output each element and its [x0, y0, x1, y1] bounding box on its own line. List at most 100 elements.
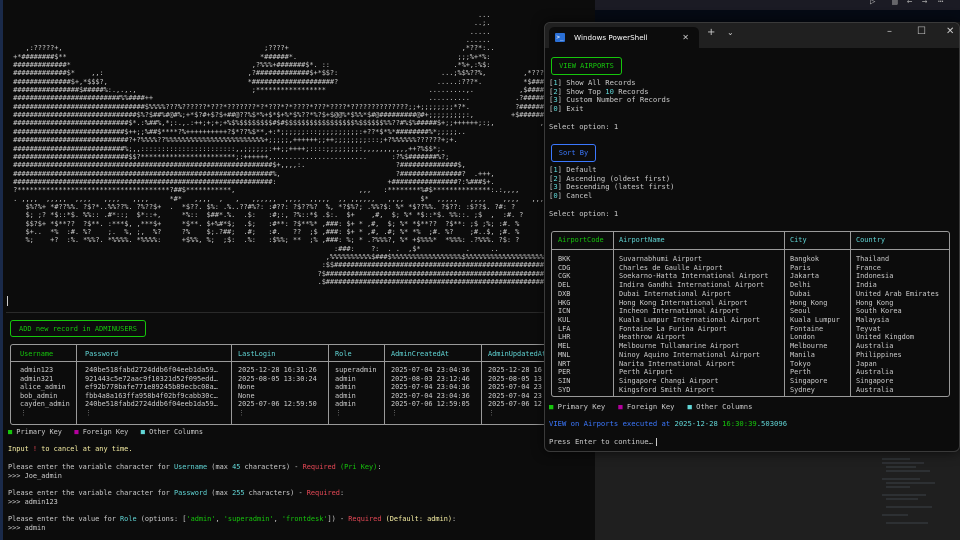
chevron-down-icon[interactable]: ⌄ — [727, 28, 734, 37]
minimize-icon[interactable]: – — [887, 26, 892, 37]
text-segment: Required — [348, 515, 382, 523]
table-cell: London — [790, 333, 815, 342]
text-line: >>> Joe_admin — [8, 472, 62, 481]
column-header[interactable]: LastLogin — [238, 350, 275, 359]
text-segment: Records — [613, 86, 649, 96]
powershell-window[interactable]: >_ Windows PowerShell ✕ + ⌄ – ☐ ✕ VIEW A… — [544, 22, 960, 452]
table-cell: 2025-07-04 23 — [488, 391, 542, 400]
column-header[interactable]: Country — [856, 236, 885, 245]
ascii-art-line: $+.. *% :#. %? ;. %, ;, %? ?% $;.?##; .#… — [9, 227, 520, 236]
back-icon[interactable]: ← — [907, 0, 912, 7]
table-cell: HKG — [558, 298, 571, 307]
table-cell: admin — [335, 400, 356, 409]
column-header[interactable]: AirportCode — [558, 236, 604, 245]
table-cell: 2025-07-04 23:04:36 — [391, 366, 470, 374]
text-segment: : — [377, 463, 382, 471]
minimap[interactable] — [880, 455, 940, 535]
maximize-icon[interactable]: ☐ — [917, 26, 926, 37]
table-cell: Narita International Airport — [619, 359, 736, 368]
table-cell: NRT — [558, 359, 571, 368]
ascii-art-line: ##############################$%?$##%#@#… — [9, 111, 544, 120]
close-window-icon[interactable]: ✕ — [946, 26, 954, 37]
table-cell: fbb4a8a163ffa958b4f02bf9cabb30c… — [85, 391, 218, 400]
text-segment: (Default: admin) — [381, 515, 453, 523]
text-segment: 'frontdesk' — [281, 515, 328, 523]
table-cell: Fontaine La Furina Airport — [619, 324, 727, 333]
column-header[interactable]: City — [790, 236, 807, 245]
continue-text: Press Enter to continue… — [549, 437, 653, 446]
column-header[interactable]: Role — [335, 350, 352, 359]
run-icon[interactable]: ▷ — [870, 0, 875, 7]
table-cell: ⋮ — [238, 409, 245, 417]
header-divider — [11, 361, 609, 362]
table-cell: United Arab Emirates — [856, 289, 939, 298]
add-record-title-box: ADD new record in ADMINUSERS — [10, 320, 146, 337]
table-cell: Singapore Changi Airport — [619, 377, 719, 386]
table-cell: admin — [335, 374, 356, 383]
table-cell: Dubai — [790, 289, 811, 298]
table-cell: Australia — [856, 368, 894, 377]
more-icon[interactable]: … — [938, 0, 943, 5]
text-segment: ] Cancel — [557, 191, 593, 201]
text-line: >>> admin — [8, 524, 45, 533]
text-line: >>> admin123 — [8, 498, 58, 507]
text-segment: to cancel at any time. — [37, 445, 133, 453]
table-cell: 2025-07-06 12:59:05 — [391, 400, 470, 409]
ascii-art-line: ... — [9, 11, 491, 19]
split-editor-icon[interactable]: ▥ — [892, 0, 897, 7]
forward-icon[interactable]: → — [922, 0, 927, 7]
ascii-art-line: ########################################… — [9, 177, 495, 186]
table-cell: ⋮ — [85, 409, 92, 417]
ascii-art-line: $; ;? *$::*$. %%:: .#*::; $*::+, *%:: $#… — [9, 211, 524, 220]
ascii-art-line: $%?%+ *#??%%. ?$?*..%%??%. ?%??$+ . *$??… — [9, 202, 516, 211]
column-header[interactable]: Password — [85, 350, 118, 359]
text-line: Please enter the value for Role (options… — [8, 515, 456, 524]
sort-by-title: Sort By — [558, 149, 589, 157]
table-cell: LFA — [558, 324, 571, 333]
table-cell: Malaysia — [856, 316, 890, 325]
table-cell: Charles de Gaulle Airport — [619, 263, 723, 272]
ascii-art-line: ############################$*.:%##%,*;:… — [9, 119, 573, 128]
table-cell: MNL — [558, 350, 571, 359]
column-header[interactable]: AdminCreatedAt — [391, 350, 449, 359]
column-divider — [850, 232, 851, 396]
text-segment: 'admin' — [186, 515, 216, 523]
table-cell: admin — [335, 383, 356, 392]
table-cell: Suvarnabhumi Airport — [619, 255, 702, 263]
text-segment: 2025-12-28 — [674, 419, 723, 428]
table-cell: DEL — [558, 281, 571, 290]
table-cell: Kuala Lumpur — [790, 316, 840, 325]
column-header[interactable]: Username — [20, 350, 53, 359]
table-cell: None — [238, 383, 255, 392]
text-segment: 255 — [232, 489, 245, 497]
table-cell: SYD — [558, 385, 571, 394]
sort-by-title-box: Sort By — [551, 144, 596, 162]
table-cell: Soekarno-Hatta International Airport — [619, 272, 769, 281]
text-segment: >>> admin — [8, 524, 46, 532]
table-cell: 2025-08-03 23:12:46 — [391, 374, 470, 383]
text-segment: ] Descending (latest first) — [557, 182, 675, 192]
table-cell: Singapore — [856, 377, 894, 386]
table-cell: superadmin — [335, 366, 377, 374]
close-tab-icon[interactable]: ✕ — [682, 33, 689, 42]
table-cell: admin123 — [20, 366, 54, 374]
text-segment: Other Columns — [691, 402, 753, 411]
column-header[interactable]: AirportName — [619, 236, 665, 245]
text-line: [3] Custom Number of Records — [549, 95, 670, 104]
column-header[interactable]: AdminUpdatedAt — [488, 350, 546, 359]
table-cell: South Korea — [856, 307, 902, 316]
text-segment: ] Show All Records — [557, 78, 636, 87]
table-cell: MEL — [558, 342, 571, 351]
table-cell: Kuala Lumpur International Airport — [619, 316, 761, 325]
terminal-left[interactable]: ... ..;. ..... ...... ,:?????+, ;????+ ,… — [0, 0, 610, 540]
table-cell: Thailand — [856, 255, 890, 263]
text-line: [0] Cancel — [549, 191, 592, 200]
ascii-art-line: ?$######################################… — [9, 269, 610, 278]
tab-windows-powershell[interactable]: >_ Windows PowerShell ✕ — [549, 27, 699, 48]
table-cell: 240be518fabd2724ddb6f04eeb1da59… — [85, 400, 218, 409]
ascii-art-line: #############* ,?%%%+#######$*. :: .*%+,… — [9, 61, 491, 70]
new-tab-icon[interactable]: + — [707, 27, 715, 38]
table-cell: 921443c5e72aac9f10321d52f095edd… — [85, 374, 218, 383]
cursor — [7, 296, 8, 306]
text-line: Please enter the variable character for … — [8, 463, 381, 472]
